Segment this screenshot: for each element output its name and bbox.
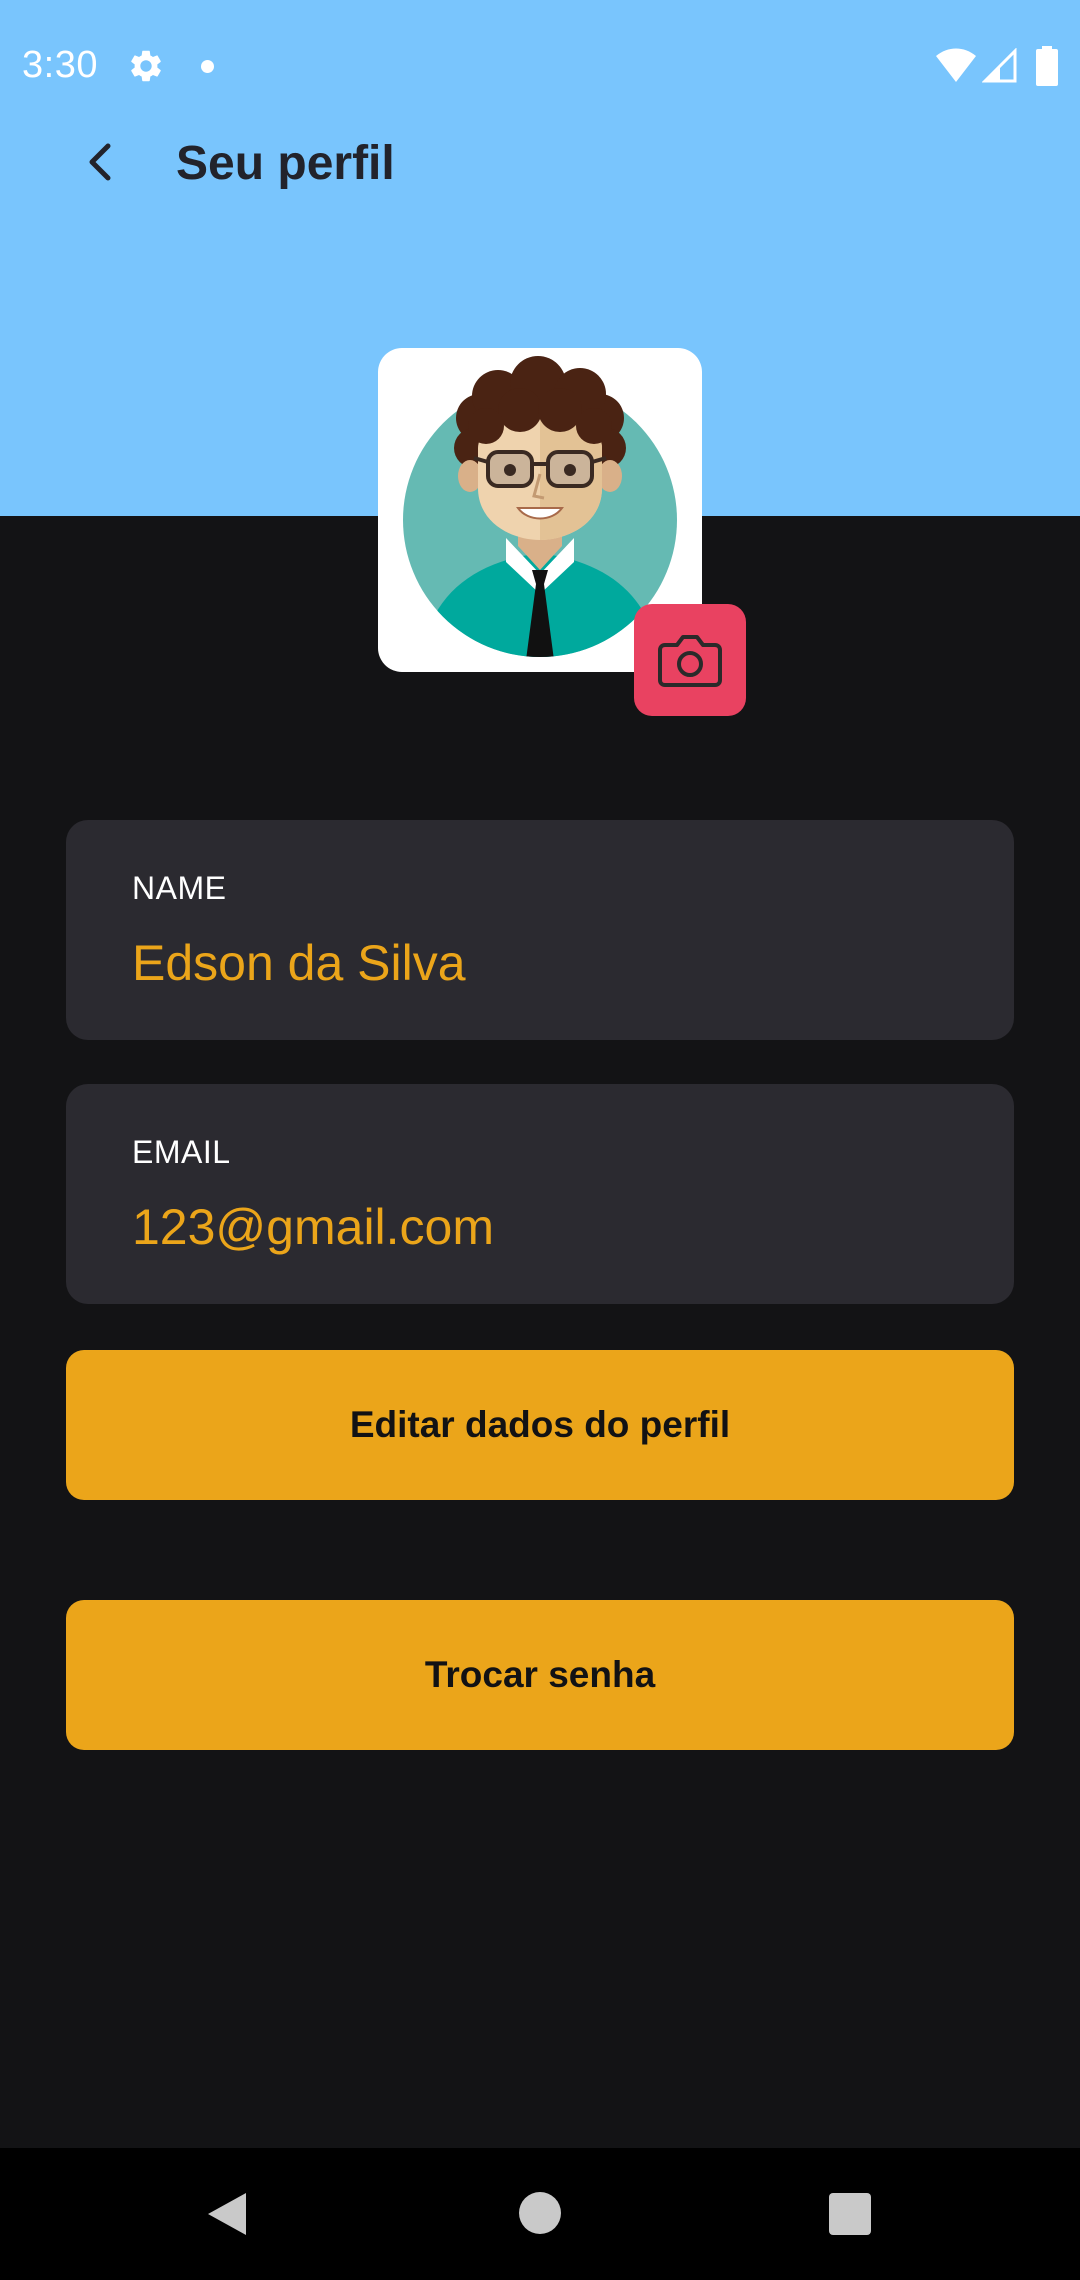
status-bar: 3:30: [0, 0, 1080, 134]
name-label: NAME: [132, 870, 227, 906]
signal-icon: [982, 48, 1017, 83]
nav-recents-icon[interactable]: [829, 2193, 871, 2235]
chevron-left-icon: [89, 143, 111, 181]
email-label: EMAIL: [132, 1134, 231, 1170]
notification-dot-icon: [201, 60, 214, 73]
change-photo-button[interactable]: [634, 604, 746, 716]
camera-icon: [658, 635, 722, 687]
email-value: 123@gmail.com: [132, 1199, 495, 1255]
battery-icon: [1036, 46, 1058, 86]
name-value: Edson da Silva: [132, 935, 466, 991]
nav-back-icon[interactable]: [204, 2190, 250, 2238]
gear-icon: [131, 50, 161, 82]
wifi-icon: [936, 48, 976, 82]
change-password-button[interactable]: Trocar senha: [66, 1600, 1014, 1750]
email-field: EMAIL 123@gmail.com: [66, 1084, 1014, 1304]
edit-profile-button[interactable]: Editar dados do perfil: [66, 1350, 1014, 1500]
system-nav-bar: [0, 2148, 1080, 2280]
back-button[interactable]: [70, 132, 130, 192]
name-field: NAME Edson da Silva: [66, 820, 1014, 1040]
nav-home-icon[interactable]: [519, 2192, 561, 2234]
profile-screen: 3:30 Seu perfil NAME Edson da Silva EMAI…: [0, 0, 1080, 2280]
status-time: 3:30: [22, 44, 98, 86]
page-title: Seu perfil: [176, 137, 395, 190]
